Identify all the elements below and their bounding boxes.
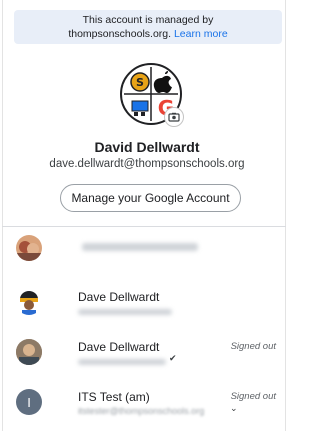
account-avatar	[16, 339, 42, 365]
signed-out-label: Signed out	[230, 391, 276, 402]
account-avatar	[16, 289, 42, 315]
signed-out-label: Signed out	[230, 341, 276, 352]
account-avatar	[16, 235, 42, 261]
learn-more-link[interactable]: Learn more	[174, 28, 228, 40]
svg-text:S: S	[136, 76, 144, 89]
account-item[interactable]: Dave Dellwardt	[2, 282, 286, 326]
account-item[interactable]: Dave Dellwardt ✔ Signed out	[2, 332, 286, 376]
profile-email: dave.dellwardt@thompsonschools.org	[49, 158, 245, 170]
divider	[2, 226, 286, 227]
checkmark-icon: ✔	[169, 353, 177, 363]
account-name: Dave Dellwardt	[78, 290, 160, 304]
managed-account-banner: This account is managed by thompsonschoo…	[14, 10, 282, 44]
change-photo-camera-icon[interactable]	[164, 107, 184, 127]
account-avatar: I	[16, 389, 42, 415]
profile-name: David Dellwardt	[94, 139, 200, 155]
avatar-initial: I	[27, 394, 31, 410]
account-item[interactable]: I ITS Test (am) itstester@thompsonschool…	[2, 382, 286, 426]
managed-domain: thompsonschools.org.	[68, 28, 172, 40]
account-item[interactable]	[2, 228, 286, 272]
chevron-down-icon: ⌄	[230, 403, 238, 413]
account-name: Dave Dellwardt	[78, 340, 160, 354]
account-name: ITS Test (am)	[78, 390, 150, 404]
account-email: itstester@thompsonschools.org	[78, 406, 205, 416]
profile-avatar[interactable]: S G	[120, 63, 184, 127]
redacted-email	[78, 359, 166, 365]
manage-google-account-button[interactable]: Manage your Google Account	[60, 184, 241, 212]
redacted-name	[82, 243, 198, 251]
redacted-email	[78, 309, 172, 315]
managed-notice-text: This account is managed by	[82, 14, 214, 26]
